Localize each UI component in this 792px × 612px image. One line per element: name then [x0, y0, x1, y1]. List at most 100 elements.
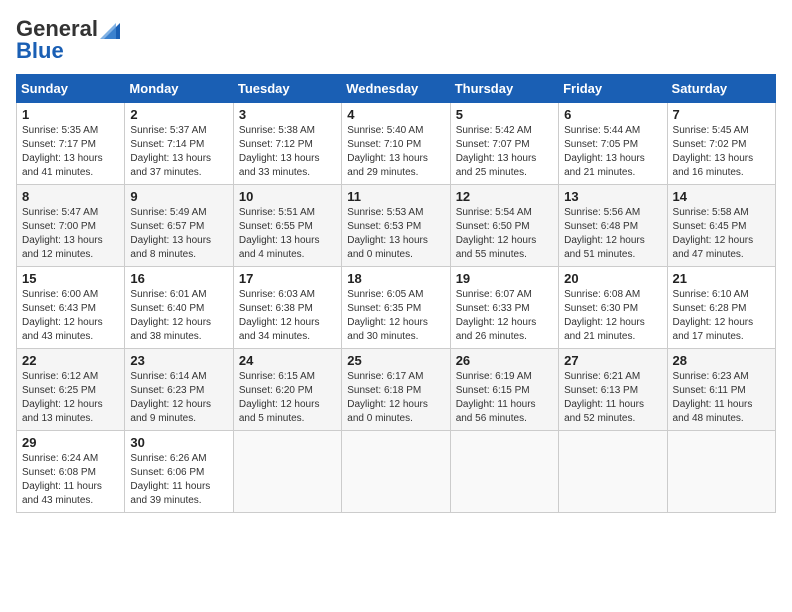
calendar-cell: 7 Sunrise: 5:45 AM Sunset: 7:02 PM Daylig…	[667, 103, 775, 185]
calendar-cell: 24 Sunrise: 6:15 AM Sunset: 6:20 PM Dayli…	[233, 349, 341, 431]
day-number: 4	[347, 107, 444, 122]
day-info: Sunrise: 5:37 AM Sunset: 7:14 PM Dayligh…	[130, 124, 227, 180]
day-info: Sunrise: 6:23 AM Sunset: 6:11 PM Dayligh…	[673, 370, 770, 426]
day-info: Sunrise: 5:38 AM Sunset: 7:12 PM Dayligh…	[239, 124, 336, 180]
week-row-4: 22 Sunrise: 6:12 AM Sunset: 6:25 PM Dayli…	[17, 349, 776, 431]
day-number: 6	[564, 107, 661, 122]
calendar-cell: 5 Sunrise: 5:42 AM Sunset: 7:07 PM Daylig…	[450, 103, 558, 185]
calendar-cell: 4 Sunrise: 5:40 AM Sunset: 7:10 PM Daylig…	[342, 103, 450, 185]
day-info: Sunrise: 5:40 AM Sunset: 7:10 PM Dayligh…	[347, 124, 444, 180]
day-info: Sunrise: 6:17 AM Sunset: 6:18 PM Dayligh…	[347, 370, 444, 426]
calendar-cell: 18 Sunrise: 6:05 AM Sunset: 6:35 PM Dayli…	[342, 267, 450, 349]
day-info: Sunrise: 5:49 AM Sunset: 6:57 PM Dayligh…	[130, 206, 227, 262]
calendar-cell: 6 Sunrise: 5:44 AM Sunset: 7:05 PM Daylig…	[559, 103, 667, 185]
logo: General Blue	[16, 16, 120, 64]
day-number: 7	[673, 107, 770, 122]
day-number: 21	[673, 271, 770, 286]
day-number: 25	[347, 353, 444, 368]
calendar-cell	[342, 431, 450, 513]
day-number: 8	[22, 189, 119, 204]
header-monday: Monday	[125, 75, 233, 103]
day-info: Sunrise: 6:19 AM Sunset: 6:15 PM Dayligh…	[456, 370, 553, 426]
calendar-cell: 10 Sunrise: 5:51 AM Sunset: 6:55 PM Dayli…	[233, 185, 341, 267]
day-number: 13	[564, 189, 661, 204]
calendar-cell: 1 Sunrise: 5:35 AM Sunset: 7:17 PM Daylig…	[17, 103, 125, 185]
day-info: Sunrise: 5:51 AM Sunset: 6:55 PM Dayligh…	[239, 206, 336, 262]
calendar-cell: 16Sunrise: 6:01 AM Sunset: 6:40 PM Dayli…	[125, 267, 233, 349]
calendar-cell	[450, 431, 558, 513]
header-saturday: Saturday	[667, 75, 775, 103]
calendar-cell: 9Sunrise: 5:49 AM Sunset: 6:57 PM Daylig…	[125, 185, 233, 267]
day-info: Sunrise: 6:07 AM Sunset: 6:33 PM Dayligh…	[456, 288, 553, 344]
day-info: Sunrise: 5:44 AM Sunset: 7:05 PM Dayligh…	[564, 124, 661, 180]
calendar-cell: 29Sunrise: 6:24 AM Sunset: 6:08 PM Dayli…	[17, 431, 125, 513]
day-info: Sunrise: 5:35 AM Sunset: 7:17 PM Dayligh…	[22, 124, 119, 180]
calendar-cell: 27 Sunrise: 6:21 AM Sunset: 6:13 PM Dayli…	[559, 349, 667, 431]
day-info: Sunrise: 6:26 AM Sunset: 6:06 PM Dayligh…	[130, 452, 227, 508]
calendar-cell: 30 Sunrise: 6:26 AM Sunset: 6:06 PM Dayli…	[125, 431, 233, 513]
day-info: Sunrise: 5:53 AM Sunset: 6:53 PM Dayligh…	[347, 206, 444, 262]
day-number: 12	[456, 189, 553, 204]
calendar-cell: 8 Sunrise: 5:47 AM Sunset: 7:00 PM Daylig…	[17, 185, 125, 267]
day-number: 28	[673, 353, 770, 368]
day-number: 16	[130, 271, 227, 286]
day-info: Sunrise: 5:45 AM Sunset: 7:02 PM Dayligh…	[673, 124, 770, 180]
day-info: Sunrise: 5:58 AM Sunset: 6:45 PM Dayligh…	[673, 206, 770, 262]
header-sunday: Sunday	[17, 75, 125, 103]
day-number: 24	[239, 353, 336, 368]
day-number: 5	[456, 107, 553, 122]
calendar-table: SundayMondayTuesdayWednesdayThursdayFrid…	[16, 74, 776, 513]
day-number: 15	[22, 271, 119, 286]
calendar-cell: 3Sunrise: 5:38 AM Sunset: 7:12 PM Daylig…	[233, 103, 341, 185]
day-info: Sunrise: 5:56 AM Sunset: 6:48 PM Dayligh…	[564, 206, 661, 262]
header-thursday: Thursday	[450, 75, 558, 103]
day-number: 26	[456, 353, 553, 368]
day-number: 27	[564, 353, 661, 368]
calendar-cell: 17 Sunrise: 6:03 AM Sunset: 6:38 PM Dayli…	[233, 267, 341, 349]
day-info: Sunrise: 5:54 AM Sunset: 6:50 PM Dayligh…	[456, 206, 553, 262]
logo-arrow-icon	[100, 19, 120, 39]
day-number: 23	[130, 353, 227, 368]
day-info: Sunrise: 6:05 AM Sunset: 6:35 PM Dayligh…	[347, 288, 444, 344]
day-info: Sunrise: 6:00 AM Sunset: 6:43 PM Dayligh…	[22, 288, 119, 344]
day-number: 18	[347, 271, 444, 286]
calendar-cell: 20Sunrise: 6:08 AM Sunset: 6:30 PM Dayli…	[559, 267, 667, 349]
day-info: Sunrise: 6:21 AM Sunset: 6:13 PM Dayligh…	[564, 370, 661, 426]
week-row-2: 8 Sunrise: 5:47 AM Sunset: 7:00 PM Daylig…	[17, 185, 776, 267]
day-number: 14	[673, 189, 770, 204]
day-number: 19	[456, 271, 553, 286]
header-friday: Friday	[559, 75, 667, 103]
calendar-cell: 15 Sunrise: 6:00 AM Sunset: 6:43 PM Dayli…	[17, 267, 125, 349]
page-header: General Blue	[16, 16, 776, 64]
calendar-cell: 19 Sunrise: 6:07 AM Sunset: 6:33 PM Dayli…	[450, 267, 558, 349]
calendar-header-row: SundayMondayTuesdayWednesdayThursdayFrid…	[17, 75, 776, 103]
week-row-1: 1 Sunrise: 5:35 AM Sunset: 7:17 PM Daylig…	[17, 103, 776, 185]
calendar-cell: 21Sunrise: 6:10 AM Sunset: 6:28 PM Dayli…	[667, 267, 775, 349]
calendar-cell	[559, 431, 667, 513]
day-number: 10	[239, 189, 336, 204]
calendar-cell: 22 Sunrise: 6:12 AM Sunset: 6:25 PM Dayli…	[17, 349, 125, 431]
calendar-cell: 12 Sunrise: 5:54 AM Sunset: 6:50 PM Dayli…	[450, 185, 558, 267]
day-info: Sunrise: 6:14 AM Sunset: 6:23 PM Dayligh…	[130, 370, 227, 426]
calendar-cell: 13 Sunrise: 5:56 AM Sunset: 6:48 PM Dayli…	[559, 185, 667, 267]
calendar-cell: 28 Sunrise: 6:23 AM Sunset: 6:11 PM Dayli…	[667, 349, 775, 431]
calendar-cell: 11 Sunrise: 5:53 AM Sunset: 6:53 PM Dayli…	[342, 185, 450, 267]
day-info: Sunrise: 6:15 AM Sunset: 6:20 PM Dayligh…	[239, 370, 336, 426]
week-row-3: 15 Sunrise: 6:00 AM Sunset: 6:43 PM Dayli…	[17, 267, 776, 349]
logo-blue: Blue	[16, 38, 64, 64]
day-number: 20	[564, 271, 661, 286]
day-number: 22	[22, 353, 119, 368]
day-number: 30	[130, 435, 227, 450]
header-wednesday: Wednesday	[342, 75, 450, 103]
calendar-cell	[667, 431, 775, 513]
calendar-cell: 26 Sunrise: 6:19 AM Sunset: 6:15 PM Dayli…	[450, 349, 558, 431]
day-info: Sunrise: 6:12 AM Sunset: 6:25 PM Dayligh…	[22, 370, 119, 426]
calendar-cell: 25 Sunrise: 6:17 AM Sunset: 6:18 PM Dayli…	[342, 349, 450, 431]
day-number: 17	[239, 271, 336, 286]
day-number: 11	[347, 189, 444, 204]
calendar-cell: 23 Sunrise: 6:14 AM Sunset: 6:23 PM Dayli…	[125, 349, 233, 431]
day-number: 1	[22, 107, 119, 122]
day-info: Sunrise: 5:42 AM Sunset: 7:07 PM Dayligh…	[456, 124, 553, 180]
day-info: Sunrise: 6:03 AM Sunset: 6:38 PM Dayligh…	[239, 288, 336, 344]
day-info: Sunrise: 5:47 AM Sunset: 7:00 PM Dayligh…	[22, 206, 119, 262]
